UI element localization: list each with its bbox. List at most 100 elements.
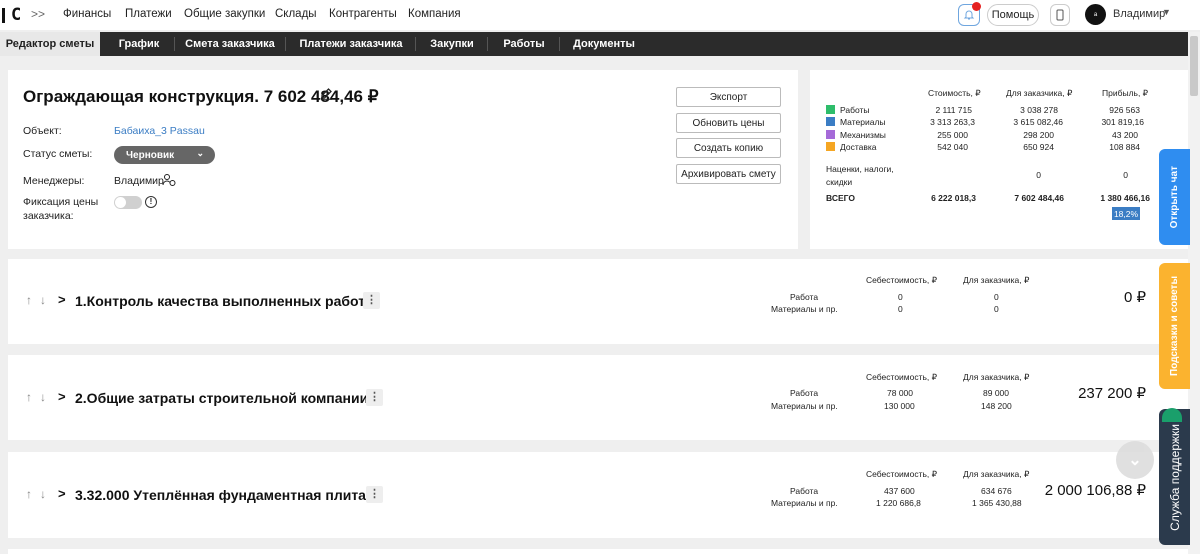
tab-client-payments[interactable]: Платежи заказчика (287, 32, 415, 56)
tab-separator (559, 37, 560, 51)
summary-profit: 43 200 (1112, 130, 1138, 140)
object-link[interactable]: Бабаиха_3 Passau (114, 125, 205, 137)
app-logo[interactable]: C (2, 5, 24, 25)
section-title[interactable]: 3.32.000 Утеплённая фундаментная плита (75, 487, 366, 503)
section-header-client: Для заказчика, ₽ (963, 275, 1030, 285)
tab-works[interactable]: Работы (489, 32, 559, 56)
move-up-icon[interactable]: ↑ (26, 487, 32, 501)
section-total: 0 ₽ (1123, 289, 1146, 306)
section-card (8, 549, 1188, 554)
total-client: 7 602 484,46 (1014, 193, 1064, 203)
tab-client-estimate[interactable]: Смета заказчика (176, 32, 284, 56)
price-fix-label: Фиксация цены (23, 196, 99, 208)
update-prices-button[interactable]: Обновить цены (676, 113, 781, 133)
nav-purchases[interactable]: Общие закупки (184, 8, 265, 20)
price-fix-toggle[interactable] (114, 196, 142, 209)
section-cost-materials: 0 (898, 304, 903, 314)
summary-profit: 108 884 (1109, 142, 1140, 152)
nav-finance[interactable]: Финансы (63, 8, 111, 20)
section-row-works: Работа (790, 486, 819, 496)
section-cost-works: 78 000 (887, 388, 913, 398)
legend-swatch-materials (826, 117, 835, 126)
chevron-down-icon[interactable]: ▼ (1162, 7, 1171, 17)
section-title[interactable]: 1.Контроль качества выполненных работ (75, 293, 365, 309)
avatar[interactable]: a (1085, 4, 1106, 25)
move-up-icon[interactable]: ↑ (26, 390, 32, 404)
move-down-icon[interactable]: ↓ (40, 487, 46, 501)
nav-contractors[interactable]: Контрагенты (329, 8, 397, 20)
section-cost-materials: 130 000 (884, 401, 915, 411)
tab-schedule[interactable]: График (104, 32, 174, 56)
export-button[interactable]: Экспорт (676, 87, 781, 107)
markup-profit: 0 (1123, 170, 1128, 180)
section-client-materials: 1 365 430,88 (972, 498, 1022, 508)
expand-section-icon[interactable]: > (58, 292, 66, 307)
section-header-client: Для заказчика, ₽ (963, 469, 1030, 479)
create-copy-button[interactable]: Создать копию (676, 138, 781, 158)
nav-payments[interactable]: Платежи (125, 8, 172, 20)
manage-users-icon[interactable] (162, 173, 176, 192)
status-label: Статус сметы: (23, 148, 93, 160)
summary-row-name: Доставка (840, 142, 877, 152)
section-header-cost: Себестоимость, ₽ (866, 469, 938, 479)
section-menu-icon[interactable]: ⋮ (366, 486, 383, 503)
total-cost: 6 222 018,3 (931, 193, 976, 203)
support-tab[interactable]: Служба поддержки (1159, 408, 1190, 545)
section-header-client: Для заказчика, ₽ (963, 372, 1030, 382)
section-cost-works: 437 600 (884, 486, 915, 496)
legend-swatch-works (826, 105, 835, 114)
markup-label-2: скидки (826, 177, 853, 187)
move-up-icon[interactable]: ↑ (26, 293, 32, 307)
section-client-materials: 0 (994, 304, 999, 314)
bell-icon (963, 10, 975, 20)
scroll-chevron-icon[interactable]: ⌄ (1116, 441, 1154, 479)
tab-bar: Редактор сметы График Смета заказчика Пл… (0, 32, 1188, 56)
tab-separator (174, 37, 175, 51)
expand-section-icon[interactable]: > (58, 389, 66, 404)
tab-separator (487, 37, 488, 51)
section-client-works: 634 676 (981, 486, 1012, 496)
section-client-materials: 148 200 (981, 401, 1012, 411)
nav-company[interactable]: Компания (408, 8, 461, 20)
expand-section-icon[interactable]: > (58, 486, 66, 501)
section-cost-materials: 1 220 686,8 (876, 498, 921, 508)
top-navbar: C >> Финансы Платежи Общие закупки Склад… (0, 0, 1200, 30)
section-row-materials: Материалы и пр. (771, 498, 838, 508)
move-down-icon[interactable]: ↓ (40, 293, 46, 307)
status-select[interactable]: Черновик ⌄ (114, 146, 215, 164)
tab-documents[interactable]: Документы (561, 32, 647, 56)
user-name[interactable]: Владимир (1113, 8, 1165, 20)
support-label: Служба поддержки (1167, 423, 1182, 531)
section-total: 2 000 106,88 ₽ (1044, 482, 1146, 499)
scrollbar-thumb[interactable] (1190, 36, 1198, 96)
section-menu-icon[interactable]: ⋮ (366, 389, 383, 406)
section-row-materials: Материалы и пр. (771, 401, 838, 411)
help-button[interactable]: Помощь (987, 4, 1039, 26)
section-title[interactable]: 2.Общие затраты строительной компании (75, 390, 368, 406)
tab-separator (415, 37, 416, 51)
edit-icon[interactable] (320, 87, 333, 105)
tab-purchases[interactable]: Закупки (417, 32, 487, 56)
tab-separator (285, 37, 286, 51)
open-chat-tab[interactable]: Открыть чат (1159, 149, 1190, 245)
tips-tab[interactable]: Подсказки и советы (1159, 263, 1190, 389)
object-label: Объект: (23, 125, 62, 137)
archive-button[interactable]: Архивировать смету (676, 164, 781, 184)
phone-button[interactable] (1050, 4, 1070, 26)
section-row-materials: Материалы и пр. (771, 304, 838, 314)
manager-name: Владимир (114, 175, 164, 187)
summary-row-name: Работы (840, 105, 870, 115)
notification-badge (972, 2, 981, 11)
summary-row-name: Механизмы (840, 130, 886, 140)
tab-estimate-editor[interactable]: Редактор сметы (0, 32, 100, 56)
expand-menu-icon[interactable]: >> (31, 7, 45, 21)
summary-cost: 542 040 (937, 142, 968, 152)
summary-client: 3 038 278 (1020, 105, 1058, 115)
tips-label: Подсказки и советы (1169, 275, 1180, 376)
move-down-icon[interactable]: ↓ (40, 390, 46, 404)
section-menu-icon[interactable]: ⋮ (363, 292, 380, 309)
price-fix-label-2: заказчика: (23, 210, 74, 222)
info-icon[interactable]: ! (145, 196, 157, 208)
nav-warehouses[interactable]: Склады (275, 8, 317, 20)
summary-header-cost: Стоимость, ₽ (928, 88, 981, 98)
